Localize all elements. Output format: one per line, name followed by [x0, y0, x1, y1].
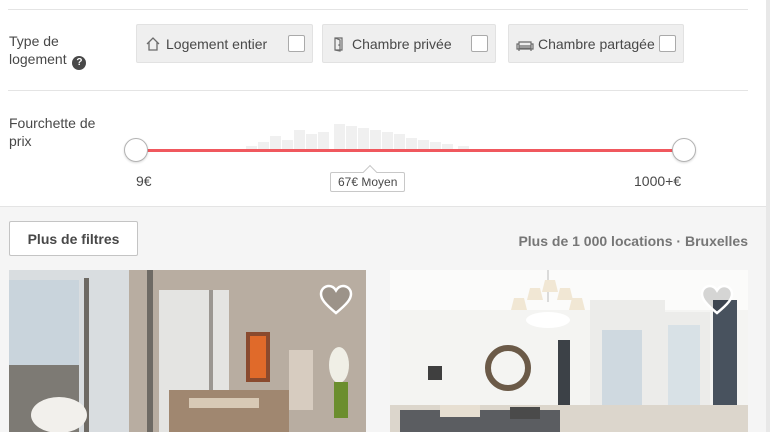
room-option-label: Chambre privée — [352, 35, 452, 52]
divider — [8, 9, 748, 10]
histogram-bar — [270, 136, 281, 150]
listing-card[interactable] — [9, 270, 366, 432]
price-slider-track[interactable] — [136, 149, 684, 152]
histogram-bar — [382, 132, 393, 150]
histogram-bar — [346, 126, 357, 150]
price-range-label: Fourchette de prix — [9, 115, 96, 149]
heart-outline-icon[interactable] — [700, 284, 734, 316]
listing-card[interactable] — [390, 270, 748, 432]
listing-photo[interactable] — [9, 270, 366, 432]
histogram-bar — [318, 132, 329, 150]
scrollbar[interactable] — [766, 0, 770, 432]
heart-outline-icon[interactable] — [319, 284, 353, 316]
price-average-label: 67€ Moyen — [330, 172, 406, 192]
room-type-label-text: Type de logement — [9, 33, 67, 67]
price-min-label: 9€ — [136, 173, 152, 189]
listing-photo[interactable] — [390, 270, 748, 432]
price-histogram — [246, 124, 496, 150]
histogram-bar — [358, 128, 369, 150]
histogram-bar — [294, 130, 305, 150]
room-option-entire-home[interactable]: Logement entier — [136, 24, 313, 63]
results-area: Plus de filtres Plus de 1 000 locations … — [0, 206, 766, 432]
room-option-private-room[interactable]: Chambre privée — [322, 24, 496, 63]
price-average-tooltip: 67€ Moyen — [330, 172, 406, 192]
filters-panel: Type de logement ? Logement entier Chamb… — [0, 0, 766, 206]
room-option-checkbox[interactable] — [471, 35, 488, 52]
room-option-label: Chambre partagée — [538, 35, 655, 52]
histogram-bar — [394, 134, 405, 150]
room-option-shared-room[interactable]: Chambre partagée — [508, 24, 684, 63]
histogram-bar — [306, 134, 317, 150]
room-option-checkbox[interactable] — [288, 35, 305, 52]
histogram-bar — [370, 130, 381, 150]
room-option-label: Logement entier — [166, 35, 268, 52]
couch-icon — [516, 35, 534, 53]
house-icon — [144, 35, 162, 53]
room-type-label: Type de logement ? — [9, 32, 119, 70]
divider — [8, 90, 748, 91]
price-max-label: 1000+€ — [634, 173, 682, 189]
price-slider-min-handle[interactable] — [124, 138, 148, 162]
price-slider-max-handle[interactable] — [672, 138, 696, 162]
more-filters-button[interactable]: Plus de filtres — [9, 221, 138, 256]
histogram-bar — [334, 124, 345, 150]
results-count: Plus de 1 000 locations · Bruxelles — [518, 233, 748, 249]
door-icon — [330, 35, 348, 53]
question-circle-icon[interactable]: ? — [72, 56, 87, 70]
room-option-checkbox[interactable] — [659, 35, 676, 52]
